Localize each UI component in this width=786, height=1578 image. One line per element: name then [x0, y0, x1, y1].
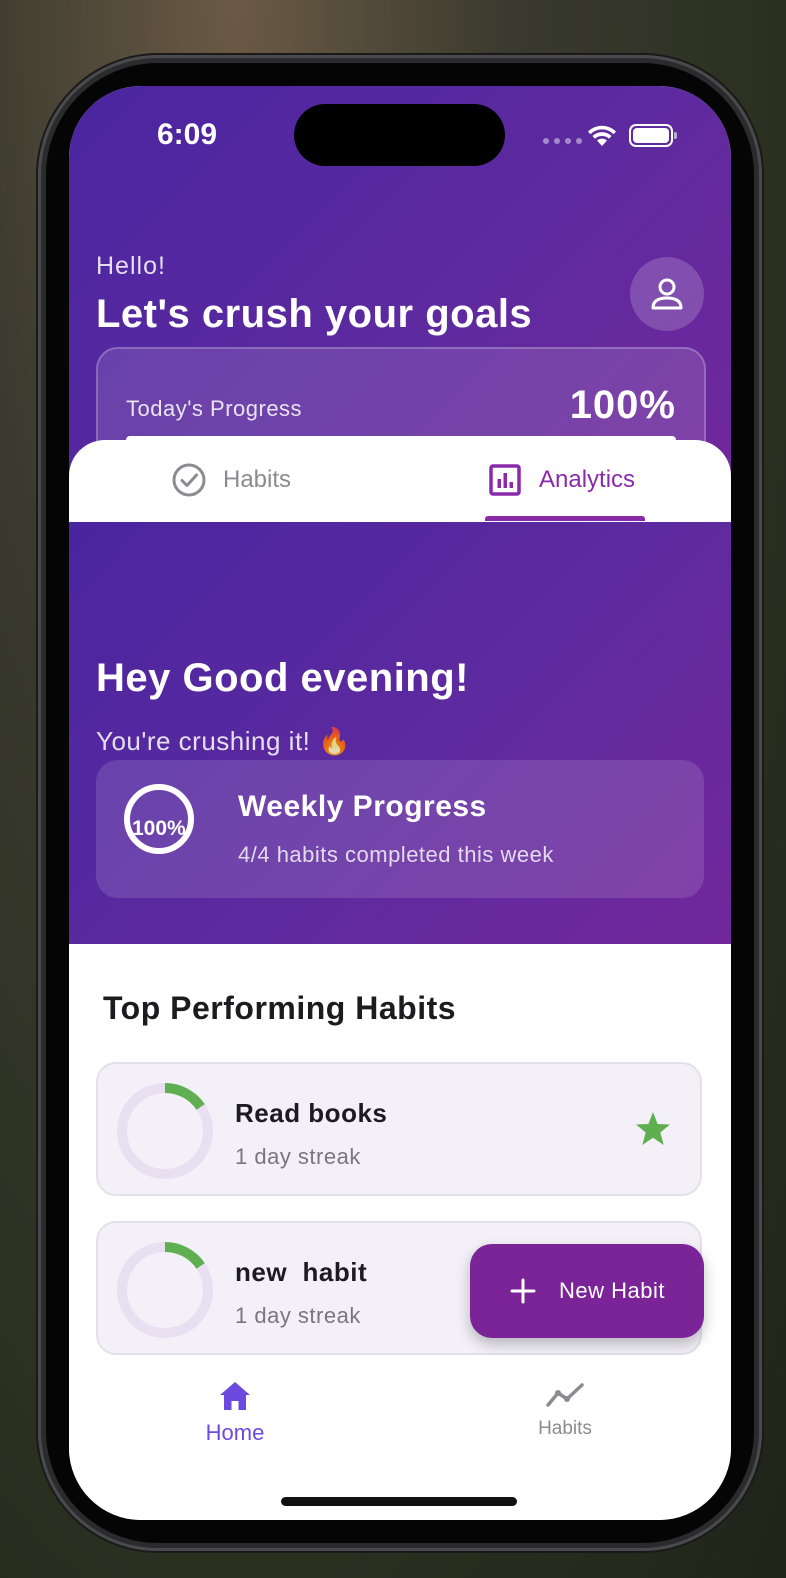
greeting-text: Hello! — [96, 252, 166, 280]
weekly-progress-percent: 100% — [132, 817, 186, 840]
tab-bar: Habits Analytics — [69, 440, 731, 524]
tab-analytics-label: Analytics — [539, 466, 636, 493]
nav-habits-label: Habits — [538, 1418, 592, 1439]
signal-icon — [543, 138, 582, 144]
bottom-navigation: Home Habits — [69, 1360, 731, 1520]
weekly-progress-subtitle: 4/4 habits completed this week — [238, 842, 554, 867]
star-icon — [636, 1112, 670, 1145]
weekly-progress-card: 100% Weekly Progress 4/4 habits complete… — [96, 760, 704, 898]
profile-button[interactable] — [630, 257, 704, 331]
habit-streak: 1 day streak — [235, 1144, 361, 1169]
dynamic-island — [294, 104, 505, 166]
page-title: Let's crush your goals — [96, 292, 533, 336]
today-progress-value: 100% — [569, 383, 676, 427]
analytics-title: Hey Good evening! — [96, 656, 469, 700]
home-indicator — [281, 1497, 517, 1506]
nav-home[interactable]: Home — [165, 1380, 305, 1446]
wifi-icon — [588, 125, 616, 146]
analytics-header: Hey Good evening! You're crushing it! 🔥 … — [69, 522, 731, 944]
nav-home-label: Home — [205, 1420, 265, 1445]
new-habit-button[interactable]: New Habit — [470, 1244, 704, 1338]
tab-habits-label: Habits — [223, 466, 292, 493]
new-habit-label: New Habit — [559, 1278, 665, 1303]
trend-line-icon — [546, 1383, 584, 1407]
tab-analytics[interactable]: Analytics — [487, 440, 635, 520]
plus-icon — [510, 1278, 536, 1304]
streak-ring — [117, 1083, 213, 1179]
habit-card[interactable]: Read books 1 day streak — [96, 1062, 702, 1196]
nav-habits[interactable]: Habits — [495, 1380, 635, 1440]
habit-name: new habit — [235, 1257, 368, 1287]
habit-name: Read books — [235, 1098, 388, 1128]
streak-ring — [117, 1242, 213, 1338]
weekly-progress-title: Weekly Progress — [238, 790, 487, 823]
app-screen: 6:09 Hello! Let's crush your goals Today… — [69, 86, 731, 1520]
battery-icon — [629, 124, 677, 147]
section-title: Top Performing Habits — [103, 990, 457, 1026]
today-progress-label: Today's Progress — [126, 396, 303, 421]
tab-indicator — [485, 516, 645, 521]
habit-streak: 1 day streak — [235, 1303, 361, 1328]
check-circle-icon — [172, 463, 206, 497]
analytics-subtitle: You're crushing it! 🔥 — [96, 726, 351, 756]
bar-chart-icon — [489, 464, 521, 496]
home-icon — [220, 1382, 250, 1410]
tab-habits[interactable]: Habits — [171, 440, 291, 520]
status-time: 6:09 — [157, 118, 218, 151]
person-icon — [651, 278, 683, 310]
